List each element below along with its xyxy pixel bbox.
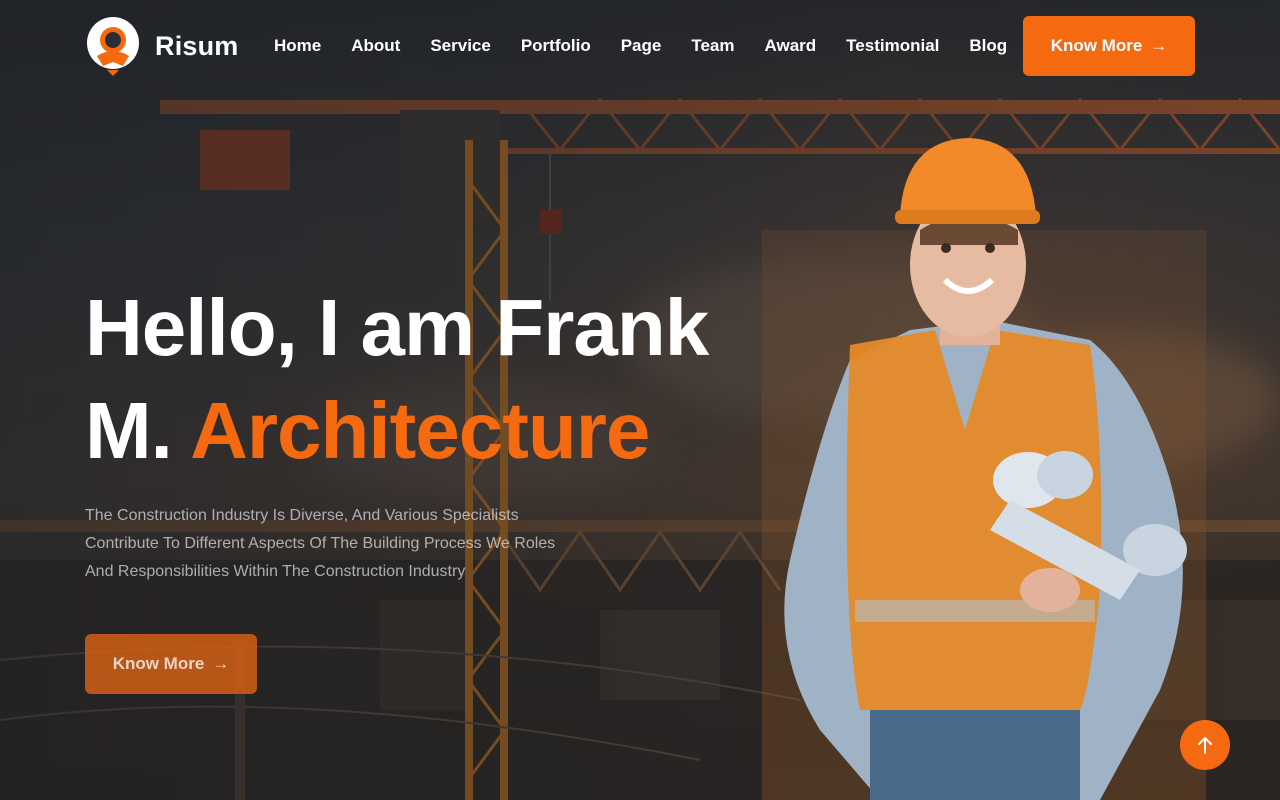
nav-page[interactable]: Page: [621, 34, 662, 58]
arrow-up-icon: [1198, 737, 1212, 754]
hero-know-more-label: Know More: [112, 654, 205, 673]
headline-accent: Architecture: [190, 386, 650, 475]
nav-home[interactable]: Home: [274, 34, 321, 58]
arrow-right-icon: →: [212, 654, 230, 673]
headline-line1: Hello, I am Frank: [85, 283, 709, 372]
brand-name: Risum: [155, 30, 239, 61]
header-know-more-label: Know More: [1050, 36, 1143, 55]
header-know-more-button[interactable]: Know More →: [1023, 16, 1195, 76]
site-header: Risum Home About Service Portfolio Page …: [0, 0, 1280, 92]
nav-testimonial[interactable]: Testimonial: [846, 34, 939, 58]
logo-icon: [85, 16, 141, 76]
description-line: The Construction Industry Is Diverse, An…: [85, 507, 519, 524]
description-line: Contribute To Different Aspects Of The B…: [85, 535, 556, 552]
hero-description: The Construction Industry Is Diverse, An…: [85, 502, 605, 586]
nav-team[interactable]: Team: [691, 34, 734, 58]
arrow-right-icon: →: [1150, 36, 1168, 55]
nav-service[interactable]: Service: [430, 34, 491, 58]
hero-headline: Hello, I am Frank M. Architecture: [85, 276, 785, 482]
hero-know-more-button[interactable]: Know More →: [85, 634, 257, 694]
worker-photo: [784, 138, 1187, 800]
headline-line2-plain: M.: [85, 386, 173, 475]
nav-award[interactable]: Award: [765, 34, 817, 58]
scroll-to-top-button[interactable]: [1180, 720, 1230, 770]
main-nav: Home About Service Portfolio Page Team A…: [274, 34, 1037, 58]
logo[interactable]: Risum: [85, 16, 239, 76]
nav-portfolio[interactable]: Portfolio: [521, 34, 591, 58]
nav-blog[interactable]: Blog: [969, 34, 1007, 58]
description-line: And Responsibilities Within The Construc…: [85, 563, 466, 580]
nav-about[interactable]: About: [351, 34, 400, 58]
